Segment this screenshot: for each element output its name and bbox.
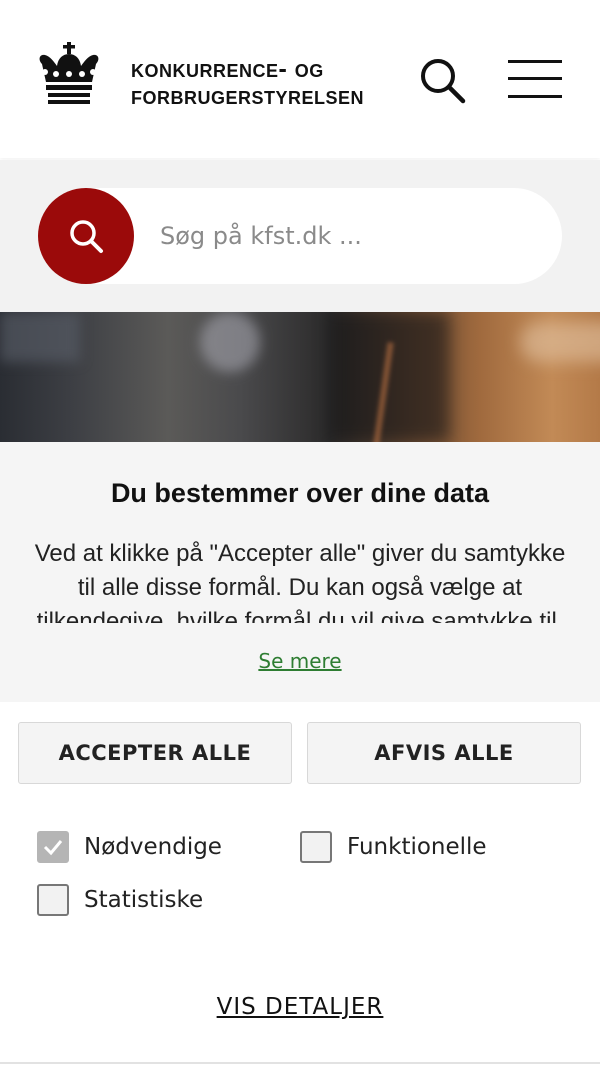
checkmark-icon bbox=[37, 831, 69, 863]
search-submit-button[interactable] bbox=[38, 188, 134, 284]
checkbox-functional[interactable]: Funktionelle bbox=[300, 831, 487, 863]
show-details-link[interactable]: VIS DETALJER bbox=[0, 994, 600, 1020]
checkbox-box bbox=[300, 831, 332, 863]
hero-photo bbox=[0, 312, 600, 442]
checkbox-necessary[interactable]: Nødvendige bbox=[37, 831, 222, 863]
consent-title: Du bestemmer over dine data bbox=[110, 478, 490, 508]
search-icon[interactable] bbox=[418, 56, 466, 104]
checkbox-statistics[interactable]: Statistiske bbox=[37, 884, 203, 916]
search-section bbox=[0, 160, 600, 312]
divider bbox=[0, 1062, 600, 1064]
logo-line-2: Forbrugerstyrelsen bbox=[131, 82, 365, 110]
reject-all-button[interactable]: AFVIS ALLE bbox=[307, 722, 581, 784]
search-input[interactable] bbox=[160, 212, 540, 260]
site-header: Konkurrence- og Forbrugerstyrelsen bbox=[0, 0, 600, 158]
checkbox-label: Statistiske bbox=[84, 887, 204, 913]
consent-text-scroll[interactable]: Ved at klikke på "Accepter alle" giver d… bbox=[30, 537, 570, 623]
checkbox-label: Nødvendige bbox=[84, 834, 222, 860]
checkbox-box bbox=[37, 884, 69, 916]
site-logo-text[interactable]: Konkurrence- og Forbrugerstyrelsen bbox=[131, 56, 364, 110]
crown-logo-icon[interactable] bbox=[36, 42, 102, 106]
consent-text: Ved at klikke på "Accepter alle" giver d… bbox=[34, 540, 566, 623]
search-bar bbox=[38, 188, 562, 284]
menu-icon[interactable] bbox=[508, 58, 564, 102]
accept-all-button[interactable]: ACCEPTER ALLE bbox=[18, 722, 292, 784]
logo-line-1: Konkurrence- og bbox=[131, 55, 324, 83]
search-icon bbox=[70, 220, 103, 253]
see-more-link[interactable]: Se mere bbox=[0, 649, 600, 673]
cookie-consent-panel: Du bestemmer over dine data Ved at klikk… bbox=[0, 442, 600, 702]
checkbox-label: Funktionelle bbox=[347, 834, 487, 860]
